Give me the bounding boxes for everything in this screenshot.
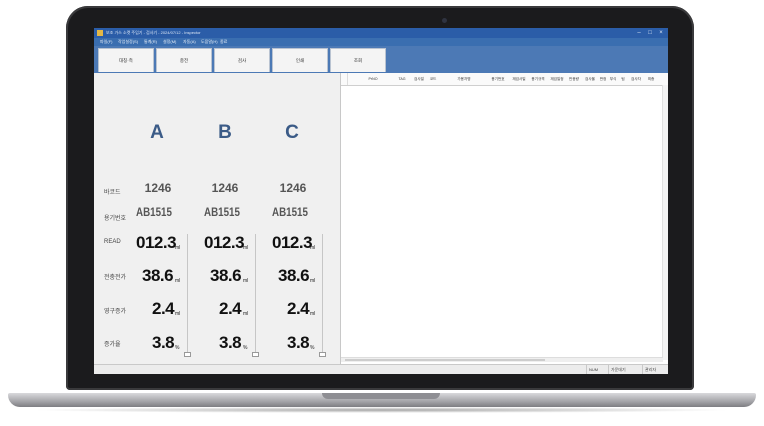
total-unit-b: ml [243,278,249,284]
app-icon [97,30,103,36]
grid-column-header[interactable]: 부식 [609,73,617,85]
status-bar: NUM 가운데기 관리자 [94,364,668,374]
perm-value-a: 2.4 [152,299,175,318]
read-value-b: 012.3 [204,233,245,252]
maximize-icon[interactable]: □ [645,29,655,37]
increase-rate-label: 증가율 [104,342,121,348]
grid-column-header[interactable]: 판정 [599,73,607,85]
status-user: 관리자 [642,365,656,374]
menu-item[interactable]: 통계(R) [144,38,157,46]
slider-track-a [187,234,188,354]
grid-column-header[interactable]: 검사일 [414,73,424,85]
grid-column-header[interactable]: 재검사일 [510,73,528,85]
column-c-header: C [285,122,299,143]
read-unit-b: ml [243,245,249,251]
menu-item[interactable]: 도움말(H) [201,38,218,46]
column-b-header: B [218,122,232,143]
total-unit-a: ml [175,278,181,284]
horizontal-scroll-thumb[interactable] [345,359,545,361]
perm-value-c: 2.4 [287,299,310,318]
tab-4[interactable]: 조회 [330,48,386,72]
close-icon[interactable]: × [656,29,666,37]
grid-column-header[interactable]: 검사율 [583,73,597,85]
grid-column-header[interactable]: 용기번호 [489,73,507,85]
menu-item[interactable]: 자동(A) [183,38,196,46]
tab-1[interactable]: 충전 [156,48,212,72]
read-label: READ [104,239,121,245]
slider-track-c [322,234,323,354]
menu-item[interactable]: 작업설정(S) [118,38,138,46]
tab-0[interactable]: 대칭·측 [98,48,154,72]
grid-column-header[interactable]: TAG [395,73,409,85]
grid-column-header[interactable]: 반응량 [567,73,581,85]
camera-icon [442,18,447,23]
read-value-a: 012.3 [136,233,177,252]
menu-bar: 파일(F) 작업설정(S) 통계(R) 설정(M) 자동(A) 도움말(H) 종… [94,38,668,46]
barcode-value-b: 1246 [211,181,239,195]
grid-column-header[interactable]: 재검일정 [548,73,566,85]
status-mode: 가운데기 [608,365,626,374]
grid-column-header[interactable]: 코드 [428,73,438,85]
grid-column-header[interactable]: PrNO [365,73,381,85]
perm-increase-label: 영구증가 [104,309,127,315]
rate-value-b: 3.8 [219,333,242,352]
grid-column-header[interactable]: 용기규격 [529,73,547,85]
barcode-label: 바코드 [104,190,121,196]
vertical-scrollbar[interactable] [662,85,668,360]
horizontal-scrollbar[interactable] [341,357,663,362]
rate-unit-b: % [243,345,248,351]
column-a-header: A [150,122,164,143]
total-charge-label: 전충전가 [104,275,127,281]
barcode-value-a: 1246 [144,181,172,195]
slider-track-b [255,234,256,354]
grid-header: PrNO TAG 검사일 코드 가용자명 용기번호 재검사일 용기규격 재검일정… [341,73,668,86]
read-value-c: 012.3 [272,233,313,252]
slider-thumb-a[interactable] [184,352,191,357]
window-title: 보조 가스 소켓 주입기 - 검사기 - 2024/07/12 - Inspec… [106,30,201,35]
serial-value-a: AB1515 [136,207,172,219]
menu-item[interactable]: 파일(F) [100,38,112,46]
total-value-b: 38.6 [210,266,242,285]
grid-corner [341,73,348,85]
read-unit-a: ml [175,245,181,251]
slider-thumb-b[interactable] [252,352,259,357]
tab-strip: 대칭·측 충전 검사 인쇄 조회 [94,46,668,73]
serial-value-c: AB1515 [272,207,308,219]
rate-unit-c: % [310,345,315,351]
laptop-notch [322,393,440,399]
data-grid[interactable]: PrNO TAG 검사일 코드 가용자명 용기번호 재검사일 용기규격 재검일정… [340,73,668,364]
rate-value-a: 3.8 [152,333,175,352]
title-bar: 보조 가스 소켓 주입기 - 검사기 - 2024/07/12 - Inspec… [94,28,668,38]
serial-label: 용기번호 [104,216,127,222]
menu-item[interactable]: 설정(M) [163,38,176,46]
perm-unit-a: ml [175,311,181,317]
perm-unit-c: ml [310,311,316,317]
total-unit-c: ml [310,278,316,284]
tab-3[interactable]: 인쇄 [272,48,328,72]
read-unit-c: ml [310,245,316,251]
total-value-c: 38.6 [278,266,310,285]
rate-unit-a: % [175,345,180,351]
serial-value-b: AB1515 [204,207,240,219]
laptop-shadow [30,407,734,413]
total-value-a: 38.6 [142,266,174,285]
rate-value-c: 3.8 [287,333,310,352]
status-num: NUM [586,365,598,374]
menu-item[interactable]: 종료 [220,38,227,46]
slider-thumb-c[interactable] [319,352,326,357]
app-window: 보조 가스 소켓 주입기 - 검사기 - 2024/07/12 - Inspec… [94,28,668,374]
grid-column-header[interactable]: 가용자명 [453,73,475,85]
grid-column-header[interactable]: 검사자 [629,73,643,85]
grid-column-header[interactable]: 팀 [619,73,627,85]
barcode-value-c: 1246 [279,181,307,195]
tab-2[interactable]: 검사 [214,48,270,72]
minimize-icon[interactable]: – [634,29,644,37]
perm-value-b: 2.4 [219,299,242,318]
perm-unit-b: ml [243,311,249,317]
grid-column-header[interactable]: 최종 [645,73,657,85]
measurement-panel: A B C 바코드 용기번호 READ 전충전가 영구증가 증가율 판정 124… [94,73,340,374]
